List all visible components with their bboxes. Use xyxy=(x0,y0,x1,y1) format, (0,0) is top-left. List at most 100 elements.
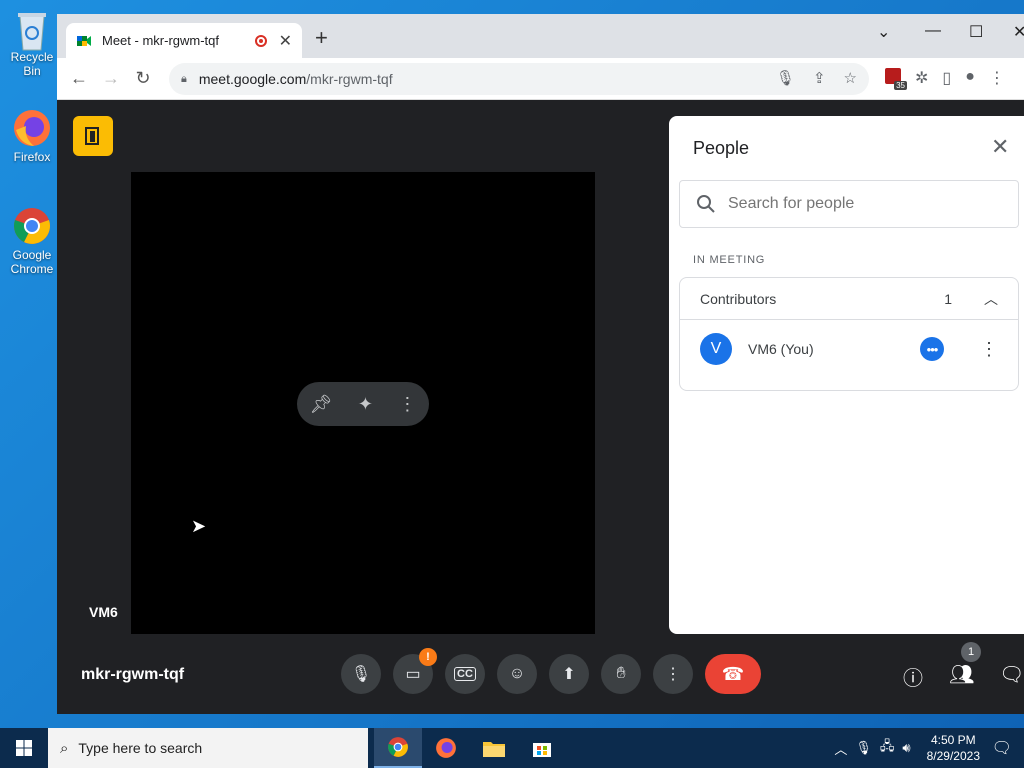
tile-controls: 📌︎ ✦ ⋮ xyxy=(297,382,429,426)
people-count-badge: 1 xyxy=(961,642,981,662)
contributors-group: Contributors 1 ︿ V VM6 (You) ••• ⋮ xyxy=(679,277,1019,391)
collapse-chevron-up-icon[interactable]: ︿ xyxy=(984,289,998,309)
meet-logo[interactable] xyxy=(73,116,113,156)
chrome-icon xyxy=(388,737,408,757)
chat-icon[interactable]: 🗨︎ xyxy=(999,662,1024,687)
browser-menu-icon[interactable]: ⋮ xyxy=(989,68,1005,88)
search-icon xyxy=(697,195,715,213)
taskbar-firefox[interactable] xyxy=(422,728,470,768)
leave-call-button[interactable]: ☎︎ xyxy=(705,654,761,694)
people-panel-close-button[interactable]: ✕ xyxy=(991,134,1009,160)
start-button[interactable] xyxy=(0,728,48,768)
desktop-icon-label: Firefox xyxy=(13,150,51,164)
participant-row: V VM6 (You) ••• ⋮ xyxy=(680,320,1018,378)
windows-taskbar: ⌕ Type here to search ︿ 🎙︎ 🖧︎ 🔊︎ 4:50 PM… xyxy=(0,728,1024,768)
taskbar-file-explorer[interactable] xyxy=(470,728,518,768)
tab-strip: Meet - mkr-rgwm-tqf ✕ + ⌄ — ☐ ✕ xyxy=(57,14,1024,58)
search-icon: ⌕ xyxy=(60,739,69,757)
microphone-in-use-icon[interactable]: 🎙︎ xyxy=(776,69,795,87)
effects-sparkle-icon[interactable]: ✦ xyxy=(358,394,373,415)
share-icon[interactable]: ⇪ xyxy=(813,69,826,87)
show-hidden-icons-chevron-icon[interactable]: ︿ xyxy=(834,739,847,758)
firefox-icon xyxy=(12,108,52,148)
desktop-icon-firefox[interactable]: Firefox xyxy=(2,108,62,164)
windows-logo-icon xyxy=(16,740,32,756)
participant-status-dots-icon[interactable]: ••• xyxy=(920,337,944,361)
reactions-button[interactable]: ☺ xyxy=(497,654,537,694)
door-icon xyxy=(85,127,99,145)
bookmark-star-icon[interactable]: ☆ xyxy=(844,69,857,87)
maximize-button[interactable]: ☐ xyxy=(969,22,983,42)
contributors-header[interactable]: Contributors 1 ︿ xyxy=(680,278,1018,320)
taskbar-chrome[interactable] xyxy=(374,728,422,768)
closed-captions-icon: CC xyxy=(454,667,476,681)
pin-icon[interactable]: 📌︎ xyxy=(310,394,333,415)
meet-favicon-icon xyxy=(76,33,92,49)
tab-title: Meet - mkr-rgwm-tqf xyxy=(102,33,219,48)
more-options-button[interactable]: ⋮ xyxy=(653,654,693,694)
desktop-icon-chrome[interactable]: Google Chrome xyxy=(2,206,62,276)
taskbar-search-box[interactable]: ⌕ Type here to search xyxy=(48,728,368,768)
clock-date: 8/29/2023 xyxy=(926,749,980,763)
captions-button[interactable]: CC xyxy=(445,654,485,694)
network-icon[interactable]: 🖧︎ xyxy=(880,737,895,759)
minimize-button[interactable]: — xyxy=(925,22,941,40)
contributors-label: Contributors xyxy=(700,290,777,307)
raise-hand-button[interactable]: ✋︎ xyxy=(601,654,641,694)
firefox-icon xyxy=(436,738,456,758)
meeting-details-info-icon[interactable]: ⓘ xyxy=(903,662,923,691)
lock-icon: 🔒︎ xyxy=(181,72,187,85)
camera-button[interactable]: ▭ ! xyxy=(393,648,437,694)
volume-icon[interactable]: 🔊︎ xyxy=(902,740,910,756)
reload-button[interactable]: ↻ xyxy=(127,68,159,89)
recording-indicator-icon xyxy=(254,34,267,47)
desktop-icon-label: Recycle Bin xyxy=(10,50,54,78)
people-search-input[interactable] xyxy=(728,195,978,213)
participant-more-options-icon[interactable]: ⋮ xyxy=(980,339,998,360)
people-panel-title: People xyxy=(693,138,750,158)
system-tray: ︿ 🎙︎ 🖧︎ 🔊︎ 4:50 PM 8/29/2023 xyxy=(834,732,980,764)
more-vert-icon: ⋮ xyxy=(665,666,681,683)
contributors-count: 1 xyxy=(944,290,952,307)
notifications-icon[interactable]: 🗨︎ xyxy=(992,738,1012,758)
tab-meet[interactable]: Meet - mkr-rgwm-tqf ✕ xyxy=(66,23,302,58)
microphone-tray-icon[interactable]: 🎙︎ xyxy=(855,740,872,756)
address-bar[interactable]: 🔒︎ meet.google.com/mkr-rgwm-tqf 🎙︎ ⇪ ☆ xyxy=(169,63,869,95)
forward-button[interactable]: → xyxy=(95,68,127,89)
back-button[interactable]: ← xyxy=(63,68,95,89)
puzzle-extensions-icon[interactable]: ✲ xyxy=(915,68,928,88)
side-panel-icon[interactable]: ▯ xyxy=(942,68,951,88)
extension-icon[interactable]: 35 xyxy=(885,68,907,90)
new-tab-button[interactable]: + xyxy=(315,27,328,49)
microphone-icon: 🎙︎ xyxy=(350,666,372,683)
extension-badge-count: 35 xyxy=(894,81,907,90)
people-icon[interactable]: 👥︎ xyxy=(949,662,974,687)
participant-name: VM6 (You) xyxy=(748,341,814,357)
close-window-button[interactable]: ✕ xyxy=(1013,22,1024,42)
people-search-field[interactable] xyxy=(679,180,1019,228)
taskbar-search-placeholder: Type here to search xyxy=(78,740,203,756)
tab-search-chevron-icon[interactable]: ⌄ xyxy=(877,22,890,42)
profile-avatar-icon[interactable]: ● xyxy=(965,68,975,88)
taskbar-clock[interactable]: 4:50 PM 8/29/2023 xyxy=(927,732,980,764)
hang-up-phone-icon: ☎︎ xyxy=(721,663,745,684)
desktop-icon-label: Google Chrome xyxy=(10,248,54,276)
folder-icon xyxy=(483,742,505,757)
browser-window: Meet - mkr-rgwm-tqf ✕ + ⌄ — ☐ ✕ ← → ↻ 🔒︎… xyxy=(57,14,1024,714)
present-screen-icon: ⬆ xyxy=(562,666,576,683)
meet-page: 📌︎ ✦ ⋮ VM6 ➤ People ✕ IN MEETING Contrib… xyxy=(57,100,1024,714)
present-button[interactable]: ⬆ xyxy=(549,654,589,694)
emoji-icon: ☺ xyxy=(508,665,526,682)
participant-name-tag: VM6 xyxy=(89,604,118,620)
url-path: /mkr-rgwm-tqf xyxy=(306,71,393,87)
microphone-button[interactable]: 🎙︎ xyxy=(341,654,381,694)
meeting-code: mkr-rgwm-tqf xyxy=(81,666,185,683)
tile-more-options-icon[interactable]: ⋮ xyxy=(398,394,416,415)
desktop-icon-recycle-bin[interactable]: Recycle Bin xyxy=(2,8,62,78)
camera-warning-badge: ! xyxy=(419,648,437,666)
recycle-bin-icon xyxy=(12,8,52,51)
mouse-cursor-icon: ➤ xyxy=(191,516,207,536)
taskbar-store[interactable] xyxy=(518,728,566,768)
tab-close-icon[interactable]: ✕ xyxy=(279,31,292,51)
participant-video-tile[interactable]: 📌︎ ✦ ⋮ xyxy=(131,172,595,634)
